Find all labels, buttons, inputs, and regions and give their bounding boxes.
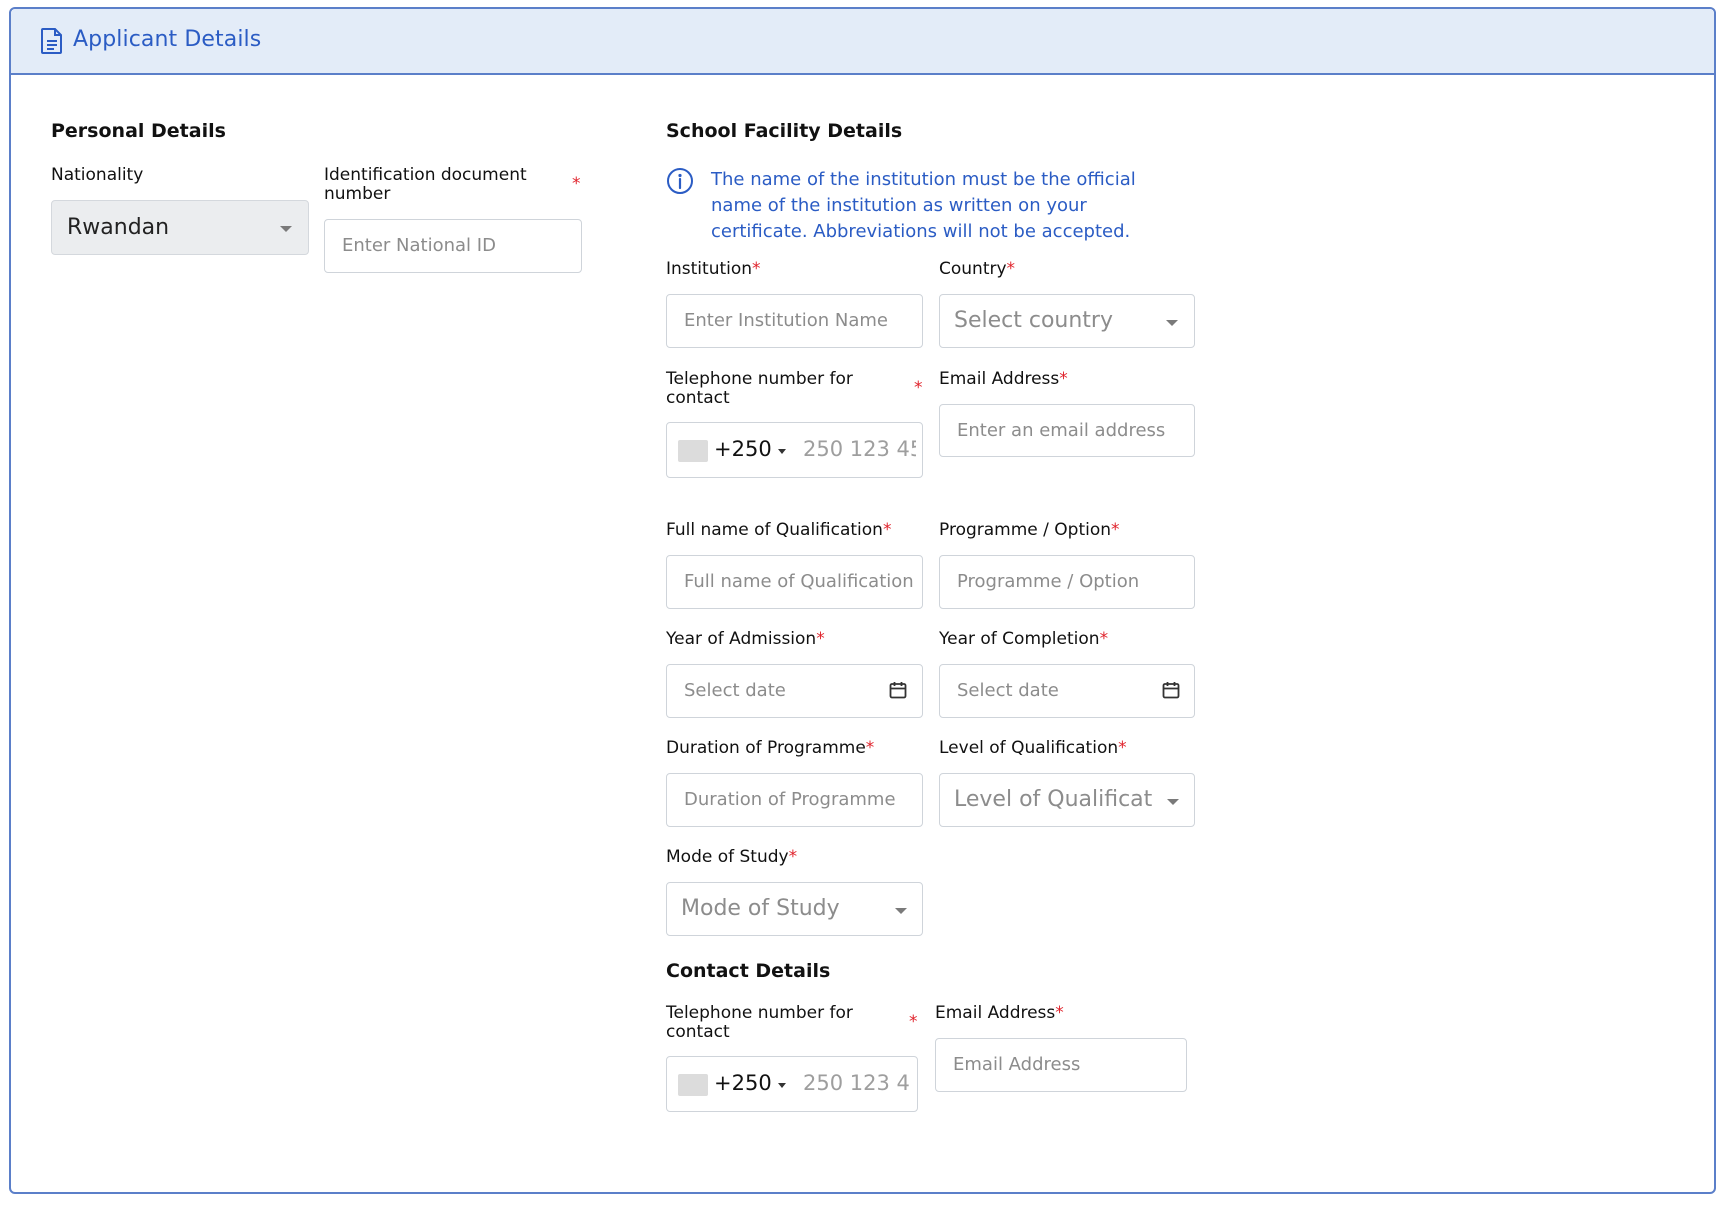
info-icon bbox=[667, 168, 693, 194]
id-number-label: Identification document number bbox=[324, 165, 527, 204]
mode-of-study-label: Mode of Study* bbox=[666, 847, 798, 867]
completion-placeholder: Select date bbox=[957, 680, 1059, 701]
dial-code-dropdown-icon[interactable] bbox=[778, 449, 786, 454]
contact-telephone-placeholder: 250 123 456 bbox=[803, 1071, 911, 1095]
country-select[interactable]: Select country bbox=[939, 294, 1195, 348]
mode-of-study-placeholder: Mode of Study bbox=[681, 896, 840, 921]
contact-details-heading: Contact Details bbox=[666, 960, 831, 982]
nationality-select[interactable]: Rwandan bbox=[51, 200, 309, 255]
school-email-input[interactable]: Enter an email address bbox=[939, 404, 1195, 457]
admission-date-input[interactable]: Select date bbox=[666, 664, 923, 718]
completion-label: Year of Completion* bbox=[939, 629, 1109, 649]
dial-code[interactable]: +250 bbox=[714, 1071, 772, 1095]
dial-code[interactable]: +250 bbox=[714, 437, 772, 461]
programme-input[interactable]: Programme / Option bbox=[939, 555, 1195, 609]
card-title: Applicant Details bbox=[73, 27, 262, 52]
level-label: Level of Qualification* bbox=[939, 738, 1127, 758]
nationality-label: Nationality bbox=[51, 165, 144, 185]
personal-details-heading: Personal Details bbox=[51, 120, 226, 142]
qualification-input[interactable]: Full name of Qualification bbox=[666, 555, 923, 609]
programme-placeholder: Programme / Option bbox=[957, 571, 1140, 592]
school-telephone-placeholder: 250 123 456 bbox=[803, 437, 916, 461]
school-email-placeholder: Enter an email address bbox=[957, 420, 1166, 441]
chevron-down-icon bbox=[895, 908, 907, 914]
contact-email-label: Email Address* bbox=[935, 1003, 1064, 1023]
completion-date-input[interactable]: Select date bbox=[939, 664, 1195, 718]
country-label: Country* bbox=[939, 259, 1016, 279]
chevron-down-icon bbox=[1166, 320, 1178, 326]
calendar-icon[interactable] bbox=[1162, 681, 1180, 699]
qualification-label: Full name of Qualification* bbox=[666, 520, 892, 540]
nationality-value: Rwandan bbox=[67, 215, 170, 240]
duration-label: Duration of Programme* bbox=[666, 738, 875, 758]
national-id-input[interactable]: Enter National ID bbox=[324, 219, 582, 273]
country-flag-icon bbox=[678, 440, 708, 462]
chevron-down-icon bbox=[280, 226, 292, 232]
level-select[interactable]: Level of Qualification bbox=[939, 773, 1195, 827]
mode-of-study-select[interactable]: Mode of Study bbox=[666, 882, 923, 936]
school-email-label: Email Address* bbox=[939, 369, 1068, 389]
dial-code-dropdown-icon[interactable] bbox=[778, 1083, 786, 1088]
duration-placeholder: Duration of Programme bbox=[684, 789, 896, 810]
qualification-placeholder: Full name of Qualification bbox=[684, 571, 914, 592]
national-id-placeholder: Enter National ID bbox=[342, 235, 496, 256]
document-icon bbox=[41, 28, 62, 54]
institution-info-note: The name of the institution must be the … bbox=[711, 169, 1136, 242]
required-marker: * bbox=[572, 174, 581, 194]
institution-input[interactable]: Enter Institution Name bbox=[666, 294, 923, 348]
duration-input[interactable]: Duration of Programme bbox=[666, 773, 923, 827]
calendar-icon[interactable] bbox=[889, 681, 907, 699]
contact-telephone-label: Telephone number for contact bbox=[666, 1003, 853, 1042]
level-placeholder: Level of Qualification bbox=[954, 787, 1154, 812]
admission-placeholder: Select date bbox=[684, 680, 786, 701]
country-flag-icon bbox=[678, 1074, 708, 1096]
required-marker: * bbox=[909, 1012, 918, 1032]
institution-label: Institution* bbox=[666, 259, 761, 279]
country-placeholder: Select country bbox=[954, 308, 1113, 333]
contact-email-input[interactable]: Email Address bbox=[935, 1038, 1187, 1092]
contact-email-placeholder: Email Address bbox=[953, 1054, 1081, 1075]
school-facility-heading: School Facility Details bbox=[666, 120, 903, 142]
programme-label: Programme / Option* bbox=[939, 520, 1120, 540]
chevron-down-icon bbox=[1167, 799, 1179, 805]
institution-placeholder: Enter Institution Name bbox=[684, 310, 888, 331]
school-telephone-input[interactable]: +250 250 123 456 bbox=[666, 422, 923, 478]
card-header: Applicant Details bbox=[11, 9, 1714, 75]
admission-label: Year of Admission* bbox=[666, 629, 825, 649]
required-marker: * bbox=[914, 378, 923, 398]
school-telephone-label: Telephone number for contact bbox=[666, 369, 853, 408]
contact-telephone-input[interactable]: +250 250 123 456 bbox=[666, 1056, 918, 1112]
